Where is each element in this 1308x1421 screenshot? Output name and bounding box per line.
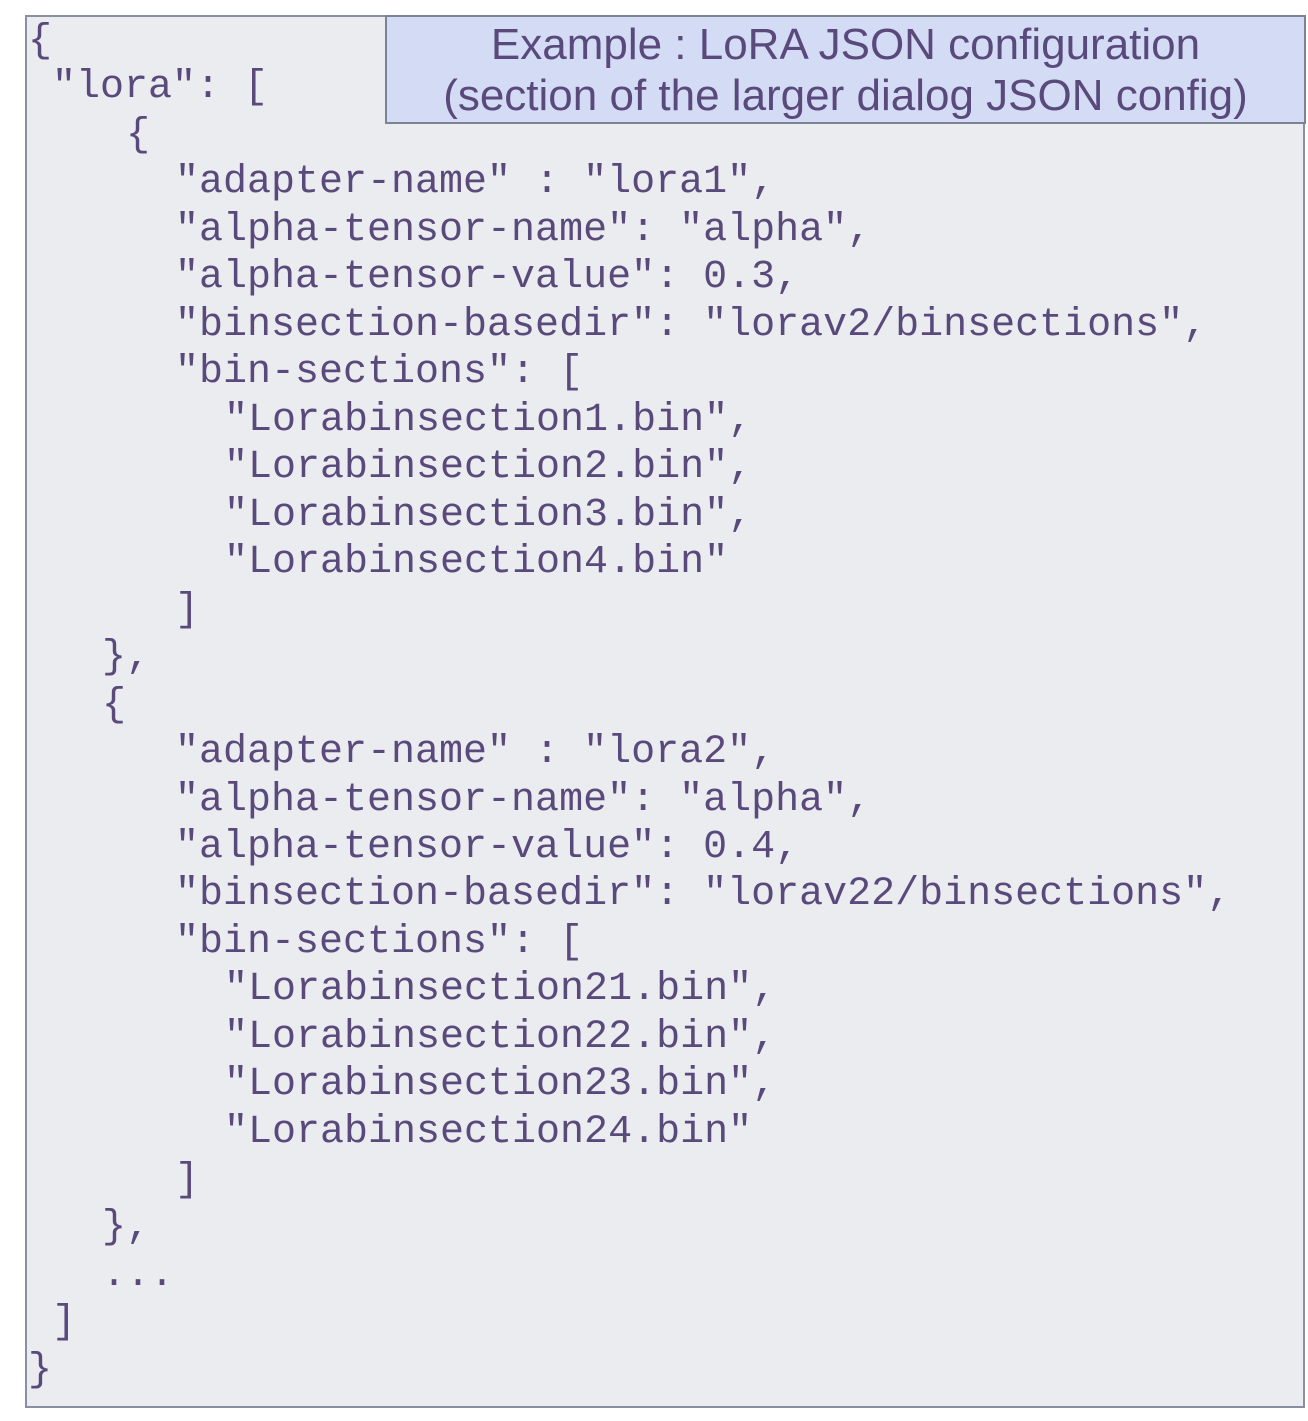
callout-subtitle: (section of the larger dialog JSON confi…	[443, 70, 1248, 120]
code-panel	[25, 15, 1305, 1408]
example-callout: Example : LoRA JSON configuration (secti…	[385, 15, 1306, 124]
callout-title: Example : LoRA JSON configuration	[490, 19, 1201, 69]
